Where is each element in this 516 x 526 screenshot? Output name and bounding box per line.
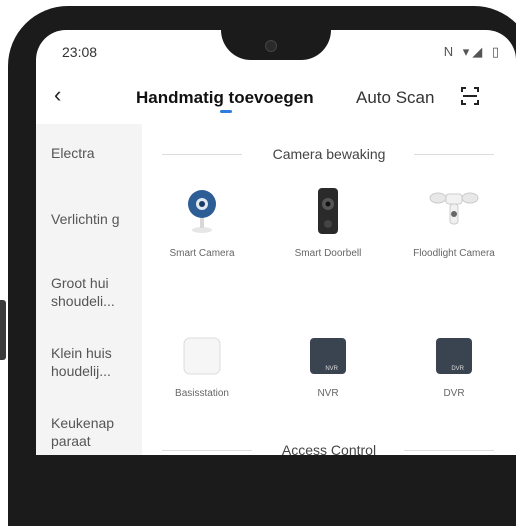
sidebar-item-klein-huishoudelijk[interactable]: Klein huis houdelij... <box>51 344 135 380</box>
device-label: Basisstation <box>175 388 229 399</box>
back-button[interactable]: ‹ <box>54 82 61 108</box>
sidebar-item-verlichting[interactable]: Verlichtin g <box>51 210 135 228</box>
sidebar-item-groot-huishoudelijk[interactable]: Groot hui shoudeli... <box>51 274 135 310</box>
status-icons: N ▾◢ ▯ <box>443 44 502 59</box>
device-label: DVR <box>443 388 465 399</box>
device-dvr[interactable]: DVR DVR <box>404 336 504 400</box>
device-basisstation[interactable]: Basisstation <box>152 336 252 400</box>
sidebar-item-electra[interactable]: Electra <box>51 144 135 162</box>
scan-qr-icon[interactable] <box>460 86 480 106</box>
device-grid: Camera bewaking Smart Camera Smart Doorb… <box>142 124 516 455</box>
smart-camera-icon <box>188 190 216 233</box>
sidebar-item-keukenapparaat[interactable]: Keukenap paraat <box>51 414 135 450</box>
dvr-icon: DVR <box>436 338 472 374</box>
nvr-icon: NVR <box>310 338 346 374</box>
floodlight-icon <box>429 192 479 225</box>
section-title-camera: Camera bewaking <box>272 146 386 162</box>
doorbell-icon <box>318 188 338 234</box>
device-label: Smart Doorbell <box>294 248 362 259</box>
dvr-badge: DVR <box>451 366 464 372</box>
tab-indicator <box>220 110 232 113</box>
device-nvr[interactable]: NVR NVR <box>278 336 378 400</box>
section-title-access-control: Access Control <box>281 442 377 455</box>
page-title[interactable]: Handmatig toevoegen <box>136 88 314 108</box>
front-camera <box>265 40 277 52</box>
side-button <box>0 300 6 360</box>
device-smart-doorbell[interactable]: Smart Doorbell <box>278 188 378 260</box>
device-smart-camera[interactable]: Smart Camera <box>152 188 252 260</box>
status-time: 23:08 <box>62 44 98 60</box>
device-label: NVR <box>317 388 339 399</box>
phone-screen: 23:08 N ▾◢ ▯ ‹ Handmatig toevoegen Auto … <box>36 30 516 455</box>
nvr-badge: NVR <box>325 366 338 372</box>
auto-scan-tab[interactable]: Auto Scan <box>356 88 434 108</box>
device-label: Floodlight Camera <box>413 248 495 259</box>
device-floodlight-camera[interactable]: Floodlight Camera <box>404 188 504 260</box>
category-sidebar: Electra Verlichtin g Groot hui shoudeli.… <box>36 124 142 455</box>
device-label: Smart Camera <box>169 248 235 259</box>
phone-bezel: 23:08 N ▾◢ ▯ ‹ Handmatig toevoegen Auto … <box>0 0 516 526</box>
base-station-icon <box>183 337 221 375</box>
